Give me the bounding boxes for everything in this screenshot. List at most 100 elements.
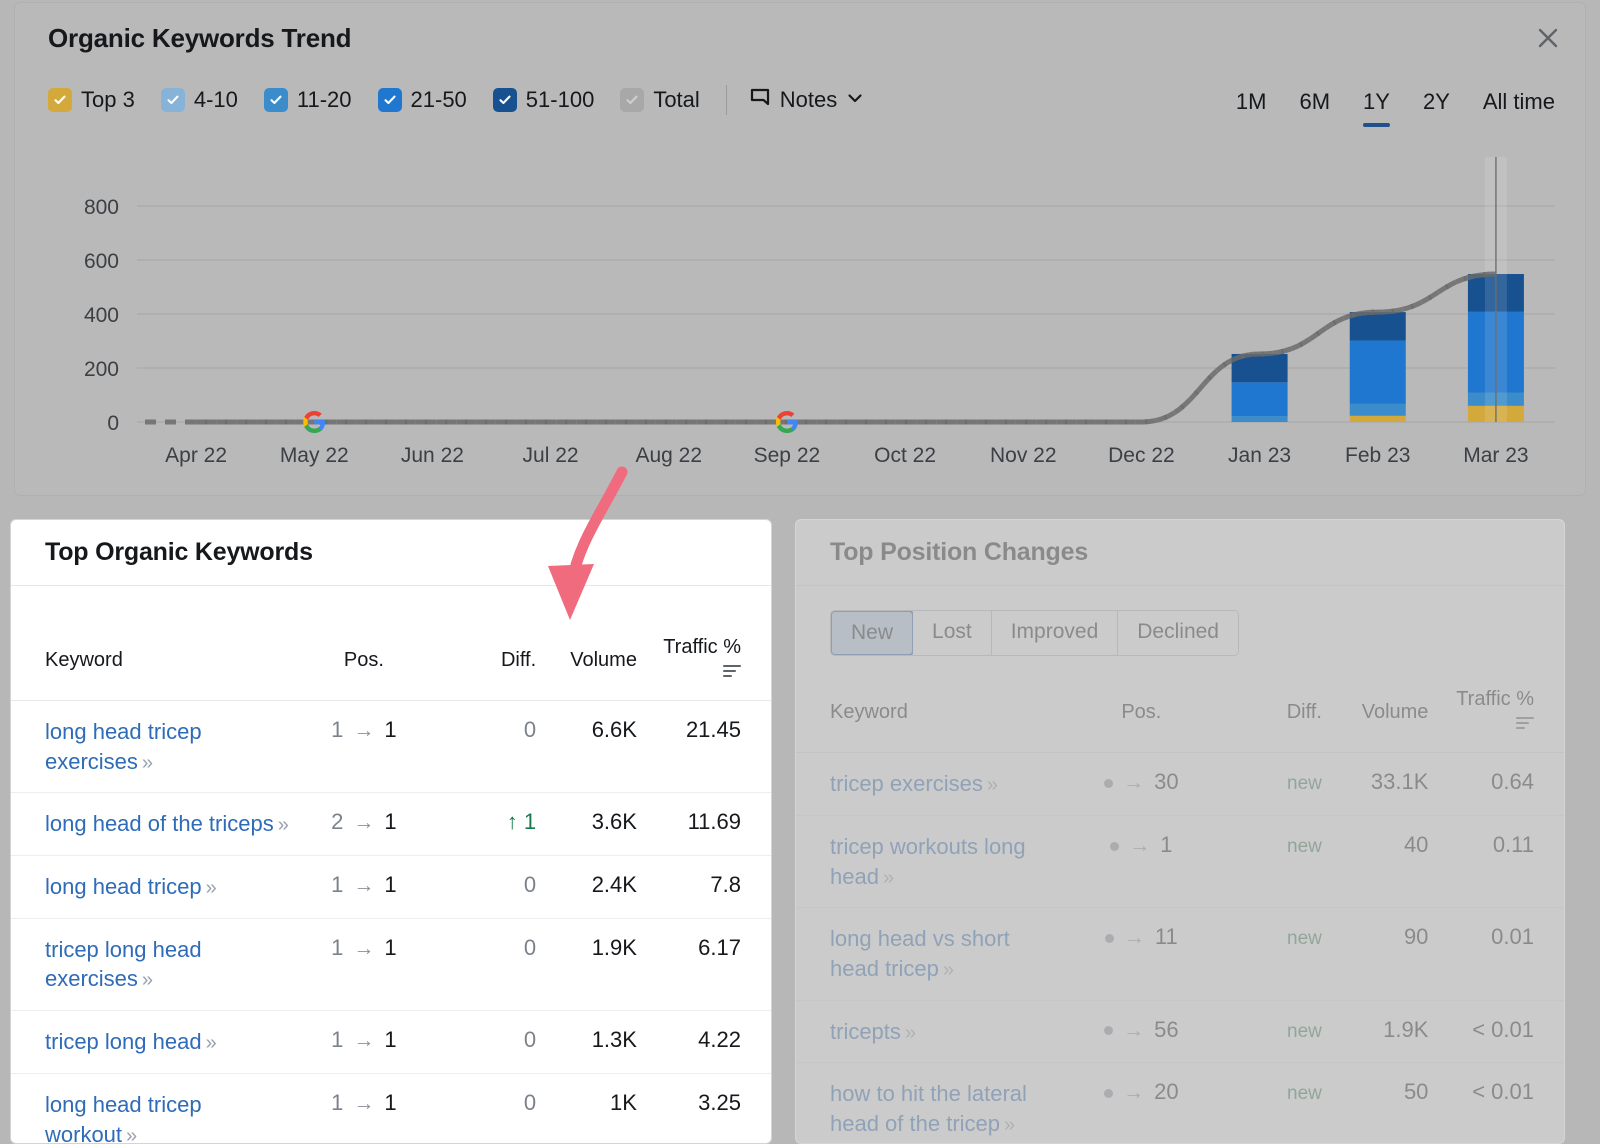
keyword-cell[interactable]: tricep long head exercises» [11, 918, 294, 1010]
table-row[interactable]: tricep workouts long head»→1new400.11 [796, 815, 1564, 907]
right-panel-header: Top Position Changes [796, 520, 1564, 586]
expand-chevron-icon[interactable]: » [987, 774, 996, 796]
arrow-right-icon: → [353, 874, 374, 897]
legend-item-51-100[interactable]: 51-100 [493, 87, 595, 113]
traffic-cell: 0.01 [1428, 908, 1564, 1000]
keyword-link[interactable]: tricepts [830, 1019, 901, 1044]
table-row[interactable]: tricepts»→56new1.9K< 0.01 [796, 1000, 1564, 1063]
col-keyword[interactable]: Keyword [11, 622, 294, 701]
keyword-cell[interactable]: long head vs short head tricep» [796, 908, 1065, 1000]
expand-chevron-icon[interactable]: » [206, 1032, 215, 1054]
position-from: 1 [331, 935, 343, 960]
col-traffic[interactable]: Traffic % [1428, 674, 1564, 753]
keyword-link[interactable]: tricep workouts long head [830, 834, 1026, 889]
diff-cell: new [1218, 815, 1322, 907]
sort-icon[interactable] [723, 661, 741, 684]
col-diff[interactable]: Diff. [434, 622, 536, 701]
diff-cell: ↑ 1 [434, 793, 536, 856]
keyword-cell[interactable]: tricepts» [796, 1000, 1065, 1063]
position-none-dot [1104, 1026, 1113, 1035]
svg-text:200: 200 [84, 358, 119, 381]
keyword-link[interactable]: long head tricep exercises [45, 719, 202, 774]
keyword-link[interactable]: how to hit the lateral head of the trice… [830, 1081, 1027, 1136]
expand-chevron-icon[interactable]: » [142, 969, 151, 991]
expand-chevron-icon[interactable]: » [126, 1125, 135, 1144]
col-pos[interactable]: Pos. [1065, 674, 1218, 753]
position-from: 2 [331, 809, 343, 834]
col-pos[interactable]: Pos. [294, 622, 435, 701]
range-1y[interactable]: 1Y [1363, 89, 1390, 127]
legend-item-total[interactable]: Total [620, 87, 699, 113]
keyword-cell[interactable]: tricep exercises» [796, 753, 1065, 816]
expand-chevron-icon[interactable]: » [206, 877, 215, 899]
table-row[interactable]: tricep long head exercises»1→101.9K6.17 [11, 918, 771, 1010]
keyword-link[interactable]: long head tricep workout [45, 1092, 202, 1144]
col-diff[interactable]: Diff. [1218, 674, 1322, 753]
position-to: 1 [384, 935, 396, 960]
checkbox-4-10[interactable] [161, 88, 185, 112]
keyword-cell[interactable]: tricep workouts long head» [796, 815, 1065, 907]
keyword-link[interactable]: long head of the triceps [45, 811, 274, 836]
tab-declined[interactable]: Declined [1118, 611, 1238, 655]
legend-item-11-20[interactable]: 11-20 [264, 87, 352, 113]
tab-improved[interactable]: Improved [992, 611, 1119, 655]
table-row[interactable]: long head vs short head tricep»→11new900… [796, 908, 1564, 1000]
keyword-cell[interactable]: long head of the triceps» [11, 793, 294, 856]
keyword-link[interactable]: long head tricep [45, 874, 202, 899]
sort-icon[interactable] [1516, 713, 1534, 736]
legend-item-4-10[interactable]: 4-10 [161, 87, 238, 113]
diff-cell: 0 [434, 1011, 536, 1074]
traffic-cell: 6.17 [637, 918, 771, 1010]
table-row[interactable]: long head tricep workout»1→101K3.25 [11, 1073, 771, 1144]
keyword-cell[interactable]: tricep long head» [11, 1011, 294, 1074]
expand-chevron-icon[interactable]: » [142, 752, 151, 774]
tab-new[interactable]: New [830, 610, 914, 656]
table-row[interactable]: long head tricep exercises»1→106.6K21.45 [11, 701, 771, 793]
tab-lost[interactable]: Lost [913, 611, 992, 655]
keyword-link[interactable]: tricep long head [45, 1029, 202, 1054]
expand-chevron-icon[interactable]: » [883, 867, 892, 889]
table-row[interactable]: long head tricep»1→102.4K7.8 [11, 856, 771, 919]
trend-chart[interactable]: 0200400600800 Apr 22May 22Jun 22Jul 22Au… [15, 149, 1587, 479]
svg-text:Mar 23: Mar 23 [1463, 444, 1528, 467]
keyword-link[interactable]: tricep exercises [830, 771, 983, 796]
col-traffic[interactable]: Traffic % [637, 622, 771, 701]
expand-chevron-icon[interactable]: » [1004, 1114, 1013, 1136]
range-6m[interactable]: 6M [1299, 89, 1330, 127]
close-icon[interactable] [1533, 23, 1563, 53]
checkbox-11-20[interactable] [264, 88, 288, 112]
table-row[interactable]: long head of the triceps»2→1↑ 13.6K11.69 [11, 793, 771, 856]
col-volume[interactable]: Volume [536, 622, 637, 701]
keyword-cell[interactable]: long head tricep exercises» [11, 701, 294, 793]
range-1m[interactable]: 1M [1236, 89, 1267, 127]
table-row[interactable]: tricep exercises»→30new33.1K0.64 [796, 753, 1564, 816]
expand-chevron-icon[interactable]: » [943, 959, 952, 981]
checkbox-51-100[interactable] [493, 88, 517, 112]
diff-value: 1 [524, 809, 536, 834]
diff-cell: 0 [434, 701, 536, 793]
col-volume[interactable]: Volume [1322, 674, 1429, 753]
table-row[interactable]: tricep long head»1→101.3K4.22 [11, 1011, 771, 1074]
checkbox-21-50[interactable] [378, 88, 402, 112]
new-badge: new [1287, 1021, 1322, 1042]
keyword-cell[interactable]: long head tricep workout» [11, 1073, 294, 1144]
range-2y[interactable]: 2Y [1423, 89, 1450, 127]
position-cell: 1→1 [294, 1011, 435, 1074]
keyword-link[interactable]: tricep long head exercises [45, 937, 202, 992]
keyword-cell[interactable]: how to hit the lateral head of the trice… [796, 1063, 1065, 1144]
arrow-right-icon: → [353, 937, 374, 960]
legend-item-21-50[interactable]: 21-50 [378, 87, 467, 113]
keyword-cell[interactable]: long head tricep» [11, 856, 294, 919]
checkbox-total[interactable] [620, 88, 644, 112]
checkbox-top3[interactable] [48, 88, 72, 112]
position-from: 1 [331, 717, 343, 742]
svg-text:Jul 22: Jul 22 [523, 444, 579, 467]
table-row[interactable]: how to hit the lateral head of the trice… [796, 1063, 1564, 1144]
keyword-link[interactable]: long head vs short head tricep [830, 926, 1010, 981]
col-keyword[interactable]: Keyword [796, 674, 1065, 753]
range-all-time[interactable]: All time [1483, 89, 1555, 127]
expand-chevron-icon[interactable]: » [278, 814, 287, 836]
legend-item-top3[interactable]: Top 3 [48, 87, 135, 113]
notes-dropdown[interactable]: Notes [749, 87, 864, 114]
expand-chevron-icon[interactable]: » [905, 1022, 914, 1044]
